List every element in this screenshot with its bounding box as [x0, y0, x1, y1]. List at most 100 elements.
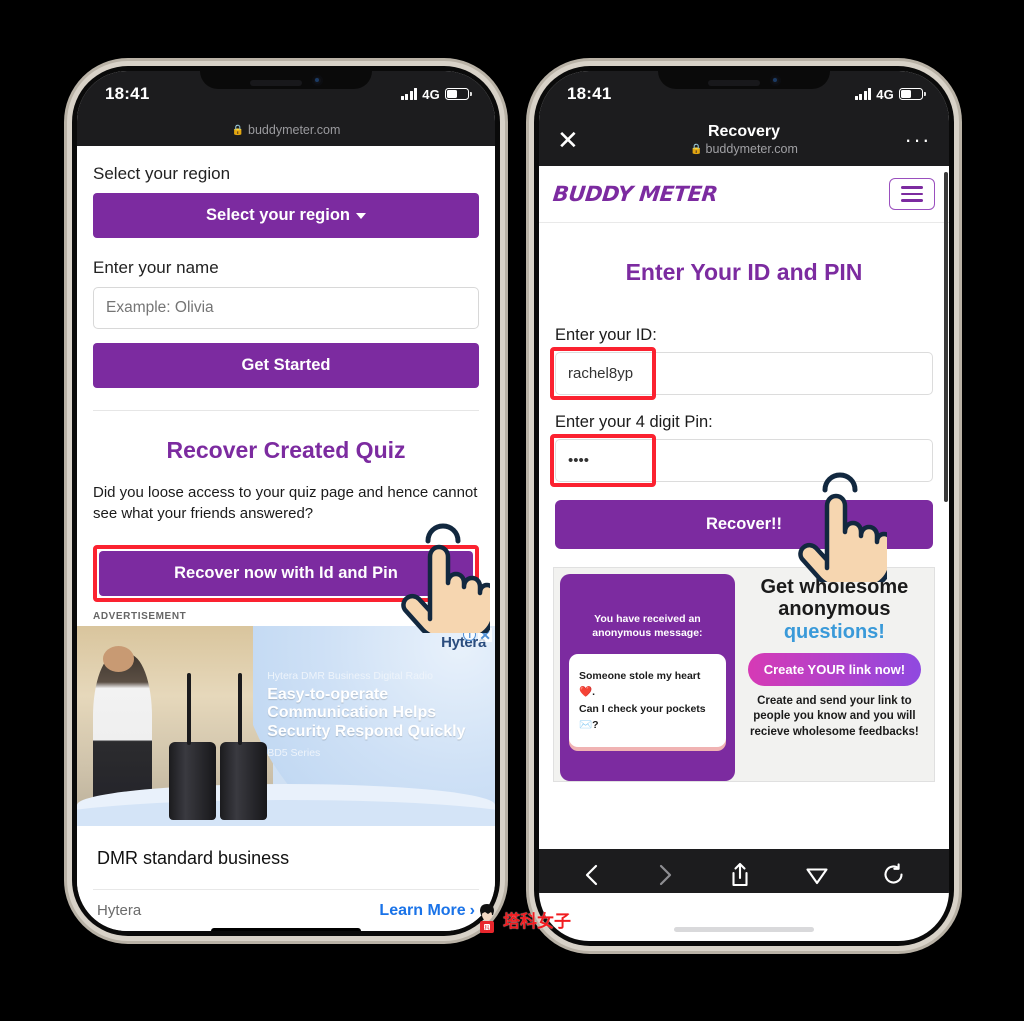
browser-toolbar — [539, 849, 949, 893]
battery-icon — [445, 88, 472, 100]
ad-copy: Hytera DMR Business Digital Radio Easy-t… — [267, 670, 484, 760]
id-pin-heading: Enter Your ID and PIN — [625, 258, 863, 285]
battery-icon — [899, 88, 926, 100]
ad-headline-1: Easy-to-operate — [267, 685, 389, 703]
pin-input[interactable] — [555, 438, 933, 482]
left-ad-footer-block: DMR standard business Hytera Learn More … — [77, 826, 495, 926]
right-front-camera — [769, 75, 781, 86]
ad-wave-shape-2 — [77, 799, 495, 826]
lock-icon: 🔒 — [690, 143, 703, 155]
ad-phone-mock: You have received an anonymous message: … — [560, 573, 735, 781]
section-divider — [93, 410, 479, 411]
ad-close-icon[interactable]: ✕ — [478, 627, 492, 642]
recover-now-button[interactable]: Recover now with Id and Pin — [99, 550, 473, 596]
ad-radio-products — [168, 664, 282, 820]
ad-headline-1: Get wholesome — [760, 575, 909, 598]
lock-icon: 🔒 — [231, 124, 245, 136]
right-phone-device: 18:41 4G ✕ Recovery 🔒 buddymeter.com ···… — [534, 66, 954, 946]
page-scrollbar[interactable] — [944, 172, 948, 502]
chevron-right-icon[interactable] — [654, 862, 676, 888]
share-up-icon[interactable] — [728, 861, 752, 889]
left-status-time: 18:41 — [105, 84, 150, 103]
ad-message-line-2: Can I check your pockets✉️? — [579, 702, 706, 731]
browser-title-block: Recovery 🔒 buddymeter.com — [597, 123, 891, 156]
network-type-label: 4G — [422, 86, 440, 102]
watermark: 科 塔科女子 — [474, 903, 571, 935]
ad-footer-brand: Hytera — [97, 902, 142, 920]
ad-series: BD5 Series — [267, 747, 321, 760]
name-input[interactable] — [93, 287, 479, 329]
site-header: BUDDY METER — [539, 166, 949, 223]
browser-domain-row: 🔒 buddymeter.com — [597, 142, 891, 156]
screenshot-canvas: 18:41 4G 🔒 buddymeter.com Select your re… — [0, 0, 1024, 1021]
name-label: Enter your name — [93, 258, 219, 277]
more-dots-icon[interactable]: ··· — [891, 128, 931, 150]
signal-bars-icon — [400, 88, 418, 100]
svg-text:科: 科 — [484, 924, 489, 931]
id-field-wrap — [550, 346, 933, 400]
chevron-left-icon[interactable] — [581, 862, 603, 888]
left-web-content: Select your region Select your region En… — [77, 146, 495, 931]
ad-footer: Hytera Learn More › — [93, 888, 479, 926]
left-status-bar: 18:41 4G — [77, 71, 495, 117]
reload-icon[interactable] — [881, 862, 907, 888]
right-page-body: Enter Your ID and PIN Enter your ID: Ent… — [539, 259, 949, 549]
browser-domain: buddymeter.com — [705, 142, 798, 156]
get-started-button[interactable]: Get Started — [93, 343, 479, 388]
recover-button-highlight: Recover now with Id and Pin — [93, 544, 479, 602]
recover-submit-button[interactable]: Recover!! — [555, 499, 933, 549]
left-page-body: Select your region Select your region En… — [77, 146, 495, 626]
advertisement-label: ADVERTISEMENT — [93, 610, 187, 622]
left-home-indicator — [211, 928, 361, 931]
browser-page-title: Recovery — [707, 123, 781, 140]
left-url-bar[interactable]: 🔒 buddymeter.com — [77, 117, 495, 146]
in-app-browser-bar: ✕ Recovery 🔒 buddymeter.com ··· — [539, 117, 949, 166]
signal-bars-icon — [854, 88, 872, 100]
left-phone-screen: 18:41 4G 🔒 buddymeter.com Select your re… — [77, 71, 495, 931]
learn-more-link[interactable]: Learn More › — [379, 902, 475, 920]
select-region-label: Select your region — [206, 206, 350, 224]
notch — [200, 71, 372, 89]
ad-title: DMR standard business — [97, 847, 290, 868]
buddy-meter-logo[interactable]: BUDDY METER — [552, 182, 719, 206]
left-ad-container[interactable]: Hytera Hytera DMR Business Digital Radio… — [77, 625, 495, 826]
pin-label: Enter your 4 digit Pin: — [555, 412, 713, 431]
left-status-indicators: 4G — [400, 86, 472, 102]
ad-copy-panel: Get wholesome anonymous questions! Creat… — [735, 568, 934, 781]
id-input[interactable] — [555, 351, 933, 395]
earpiece-speaker — [249, 80, 302, 86]
left-ad-banner[interactable]: Hytera Hytera DMR Business Digital Radio… — [77, 625, 495, 826]
ad-headline-3: Security Respond Quickly — [267, 723, 466, 741]
hamburger-menu-icon[interactable] — [889, 178, 935, 210]
right-earpiece-speaker — [707, 80, 760, 86]
adchoices-info-icon[interactable]: i — [463, 628, 477, 642]
left-phone-device: 18:41 4G 🔒 buddymeter.com Select your re… — [72, 66, 500, 936]
ad-kicker: Hytera DMR Business Digital Radio — [267, 669, 433, 682]
front-camera — [311, 75, 323, 86]
right-web-content: BUDDY METER Enter Your ID and PIN Enter … — [539, 166, 949, 849]
ad-message-line-1: Someone stole my heart❤️. — [579, 670, 701, 699]
right-phone-screen: 18:41 4G ✕ Recovery 🔒 buddymeter.com ···… — [539, 71, 949, 941]
right-home-indicator — [674, 927, 814, 932]
paper-plane-icon[interactable] — [804, 862, 830, 888]
adchoices-controls[interactable]: i ✕ — [463, 627, 492, 642]
left-url-domain: buddymeter.com — [248, 123, 341, 137]
select-region-button[interactable]: Select your region — [93, 193, 479, 238]
recover-heading: Recover Created Quiz — [166, 437, 406, 463]
region-label: Select your region — [93, 164, 231, 183]
close-x-icon[interactable]: ✕ — [557, 127, 597, 153]
right-status-bar: 18:41 4G — [539, 71, 949, 117]
id-label: Enter your ID: — [555, 325, 657, 344]
pin-field-wrap — [550, 433, 933, 487]
right-ad-wrapper[interactable]: You have received an anonymous message: … — [539, 549, 949, 782]
watermark-mascot-icon: 科 — [480, 904, 494, 933]
right-notch — [658, 71, 830, 89]
recover-paragraph: Did you loose access to your quiz page a… — [93, 484, 478, 523]
right-status-time: 18:41 — [567, 84, 612, 103]
create-link-button[interactable]: Create YOUR link now! — [747, 652, 922, 686]
right-ad-banner[interactable]: You have received an anonymous message: … — [553, 566, 935, 782]
ad-anonymous-notice: You have received an anonymous message: — [592, 612, 703, 639]
right-status-indicators: 4G — [854, 86, 926, 102]
chevron-down-icon — [355, 212, 366, 219]
network-type-label: 4G — [876, 86, 894, 102]
